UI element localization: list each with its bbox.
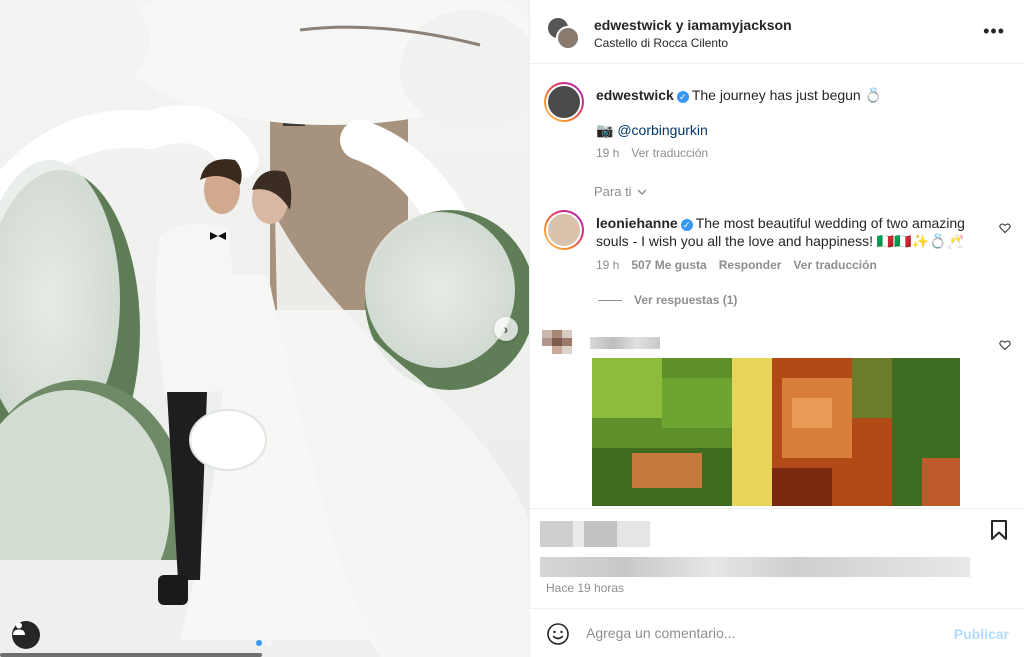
like-heart-icon[interactable] — [999, 222, 1011, 234]
blurred-action-icons — [540, 521, 650, 547]
publish-button[interactable]: Publicar — [954, 626, 1009, 642]
post-authors[interactable]: edwestwick y iamamyjackson — [594, 17, 792, 33]
instagram-post-modal: › edwestwick y iamamyjackson Castello di… — [0, 0, 1024, 657]
carousel-dot-active — [256, 640, 262, 646]
like-heart-icon[interactable] — [999, 339, 1011, 351]
blurred-gif-image — [592, 358, 960, 506]
carousel-dot — [266, 640, 272, 646]
photo-credit: 📷 @corbingurkin — [596, 121, 708, 139]
comment-meta: 19 h 507 Me gusta Responder Ver traducci… — [596, 258, 877, 272]
post-location[interactable]: Castello di Rocca Cilento — [594, 36, 728, 50]
blurred-username — [590, 337, 660, 349]
horizontal-scrollbar[interactable] — [0, 653, 262, 657]
tagged-users-button[interactable] — [12, 621, 40, 649]
avatar — [556, 26, 580, 50]
comment-text: leoniehanne ✓ The most beautiful wedding o… — [596, 214, 996, 250]
blurred-likes-line — [540, 557, 970, 577]
comment-translate-link[interactable]: Ver traducción — [793, 258, 876, 272]
caption-avatar[interactable] — [544, 82, 584, 122]
post-header: edwestwick y iamamyjackson Castello di R… — [530, 0, 1024, 64]
caption-text: The journey has just begun 💍 — [691, 87, 883, 103]
carousel-indicator — [256, 640, 272, 646]
more-options-icon[interactable]: ••• — [983, 22, 1005, 40]
comment-text-line2: souls - I wish you all the love and happ… — [596, 233, 965, 249]
bookmark-icon[interactable] — [989, 519, 1009, 541]
view-replies-button[interactable]: Ver respuestas (1) — [598, 293, 737, 307]
caption-meta: 19 h Ver traducción — [596, 146, 708, 160]
post-actions: Hace 19 horas — [530, 508, 1024, 608]
chevron-down-icon — [637, 189, 647, 195]
verified-badge-icon: ✓ — [676, 91, 689, 103]
caption-username[interactable]: edwestwick — [596, 87, 674, 103]
comment-composer: Publicar — [530, 608, 1024, 657]
camera-icon: 📷 — [596, 122, 614, 138]
blurred-avatar — [542, 330, 582, 362]
filter-label: Para ti — [594, 184, 632, 199]
comment-likes-count[interactable]: 507 Me gusta — [631, 258, 706, 272]
verified-badge-icon: ✓ — [680, 219, 693, 231]
post-side-panel: edwestwick y iamamyjackson Castello di R… — [529, 0, 1024, 657]
divider — [598, 299, 622, 301]
carousel-next-button[interactable]: › — [494, 317, 518, 341]
reply-button[interactable]: Responder — [719, 258, 782, 272]
comments-filter[interactable]: Para ti — [594, 184, 648, 199]
wedding-photo-image — [0, 0, 529, 657]
caption: edwestwick ✓ The journey has just begun 💍 — [596, 86, 1006, 104]
avatar — [546, 212, 582, 248]
user-icon — [13, 622, 25, 635]
comment-username[interactable]: leoniehanne — [596, 215, 678, 231]
view-replies-label: Ver respuestas (1) — [634, 293, 738, 307]
comment-input[interactable] — [586, 621, 946, 645]
caption-time: 19 h — [596, 146, 620, 160]
emoji-icon[interactable] — [546, 622, 570, 646]
avatar — [546, 84, 582, 120]
post-photo[interactable]: › — [0, 0, 529, 657]
comment-time: 19 h — [596, 258, 620, 272]
comment-text-line1: The most beautiful wedding of two amazin… — [695, 215, 965, 231]
credit-mention-link[interactable]: @corbingurkin — [617, 122, 707, 138]
collab-avatars[interactable] — [546, 16, 580, 50]
post-time: Hace 19 horas — [546, 581, 625, 595]
comment-avatar[interactable] — [544, 210, 584, 250]
caption-translate-link[interactable]: Ver traducción — [631, 146, 708, 160]
